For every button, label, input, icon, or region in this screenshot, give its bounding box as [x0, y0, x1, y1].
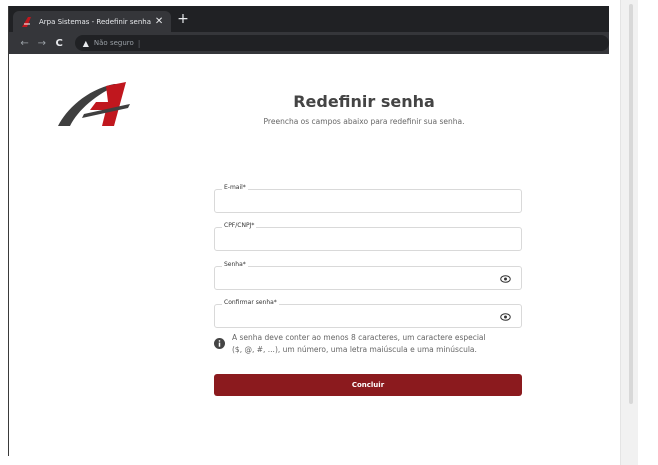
email-field: E-mail*	[214, 184, 522, 213]
arpa-favicon-icon	[21, 16, 31, 27]
page-content: Redefinir senha Preencha os campos abaix…	[9, 54, 609, 456]
requirements-line-2: ($, @, #, ...), um número, uma letra mai…	[232, 345, 477, 354]
warning-icon[interactable]: ▲	[83, 39, 89, 48]
screen: Arpa Sistemas - Redefinir senha ✕ + ← → …	[0, 0, 658, 465]
password-requirements-text: A senha deve conter ao menos 8 caractere…	[232, 332, 486, 356]
browser-toolbar: ← → C ▲ Não seguro |	[9, 32, 609, 54]
tab-strip: Arpa Sistemas - Redefinir senha ✕ +	[9, 6, 609, 32]
confirm-password-input[interactable]	[223, 311, 493, 323]
security-status: Não seguro	[93, 39, 134, 47]
email-input[interactable]	[223, 196, 493, 208]
close-tab-icon[interactable]: ✕	[151, 16, 167, 27]
requirements-line-1: A senha deve conter ao menos 8 caractere…	[232, 333, 486, 342]
password-input[interactable]	[223, 273, 493, 285]
back-icon[interactable]: ←	[17, 38, 32, 49]
email-label: E-mail*	[222, 184, 248, 191]
password-requirements: A senha deve conter ao menos 8 caractere…	[214, 332, 524, 356]
scrollbar-thumb[interactable]	[629, 4, 633, 404]
show-confirm-password-icon[interactable]	[500, 312, 511, 322]
confirm-password-field: Confirmar senha*	[214, 299, 522, 328]
page-subtitle: Preencha os campos abaixo para redefinir…	[263, 117, 465, 126]
cpf-cnpj-label: CPF/CNPJ*	[222, 222, 257, 229]
confirm-password-label: Confirmar senha*	[222, 299, 279, 306]
submit-button[interactable]: Concluir	[214, 374, 522, 396]
browser-tab[interactable]: Arpa Sistemas - Redefinir senha ✕	[13, 11, 171, 32]
reload-icon[interactable]: C	[52, 38, 67, 49]
page-title: Redefinir senha	[293, 92, 435, 111]
url-separator: |	[137, 38, 141, 48]
cpf-cnpj-input[interactable]	[223, 234, 493, 246]
new-tab-icon[interactable]: +	[175, 11, 191, 27]
scrollbar[interactable]	[620, 0, 638, 465]
info-icon	[214, 338, 225, 349]
password-field: Senha*	[214, 261, 522, 290]
arpa-logo-icon	[58, 82, 130, 126]
address-bar[interactable]: ▲ Não seguro |	[74, 35, 609, 51]
show-password-icon[interactable]	[500, 274, 511, 284]
password-label: Senha*	[222, 261, 248, 268]
cpf-cnpj-field: CPF/CNPJ*	[214, 222, 522, 251]
forward-icon[interactable]: →	[34, 38, 49, 49]
tab-title: Arpa Sistemas - Redefinir senha	[38, 17, 152, 26]
browser-window: Arpa Sistemas - Redefinir senha ✕ + ← → …	[8, 6, 609, 456]
